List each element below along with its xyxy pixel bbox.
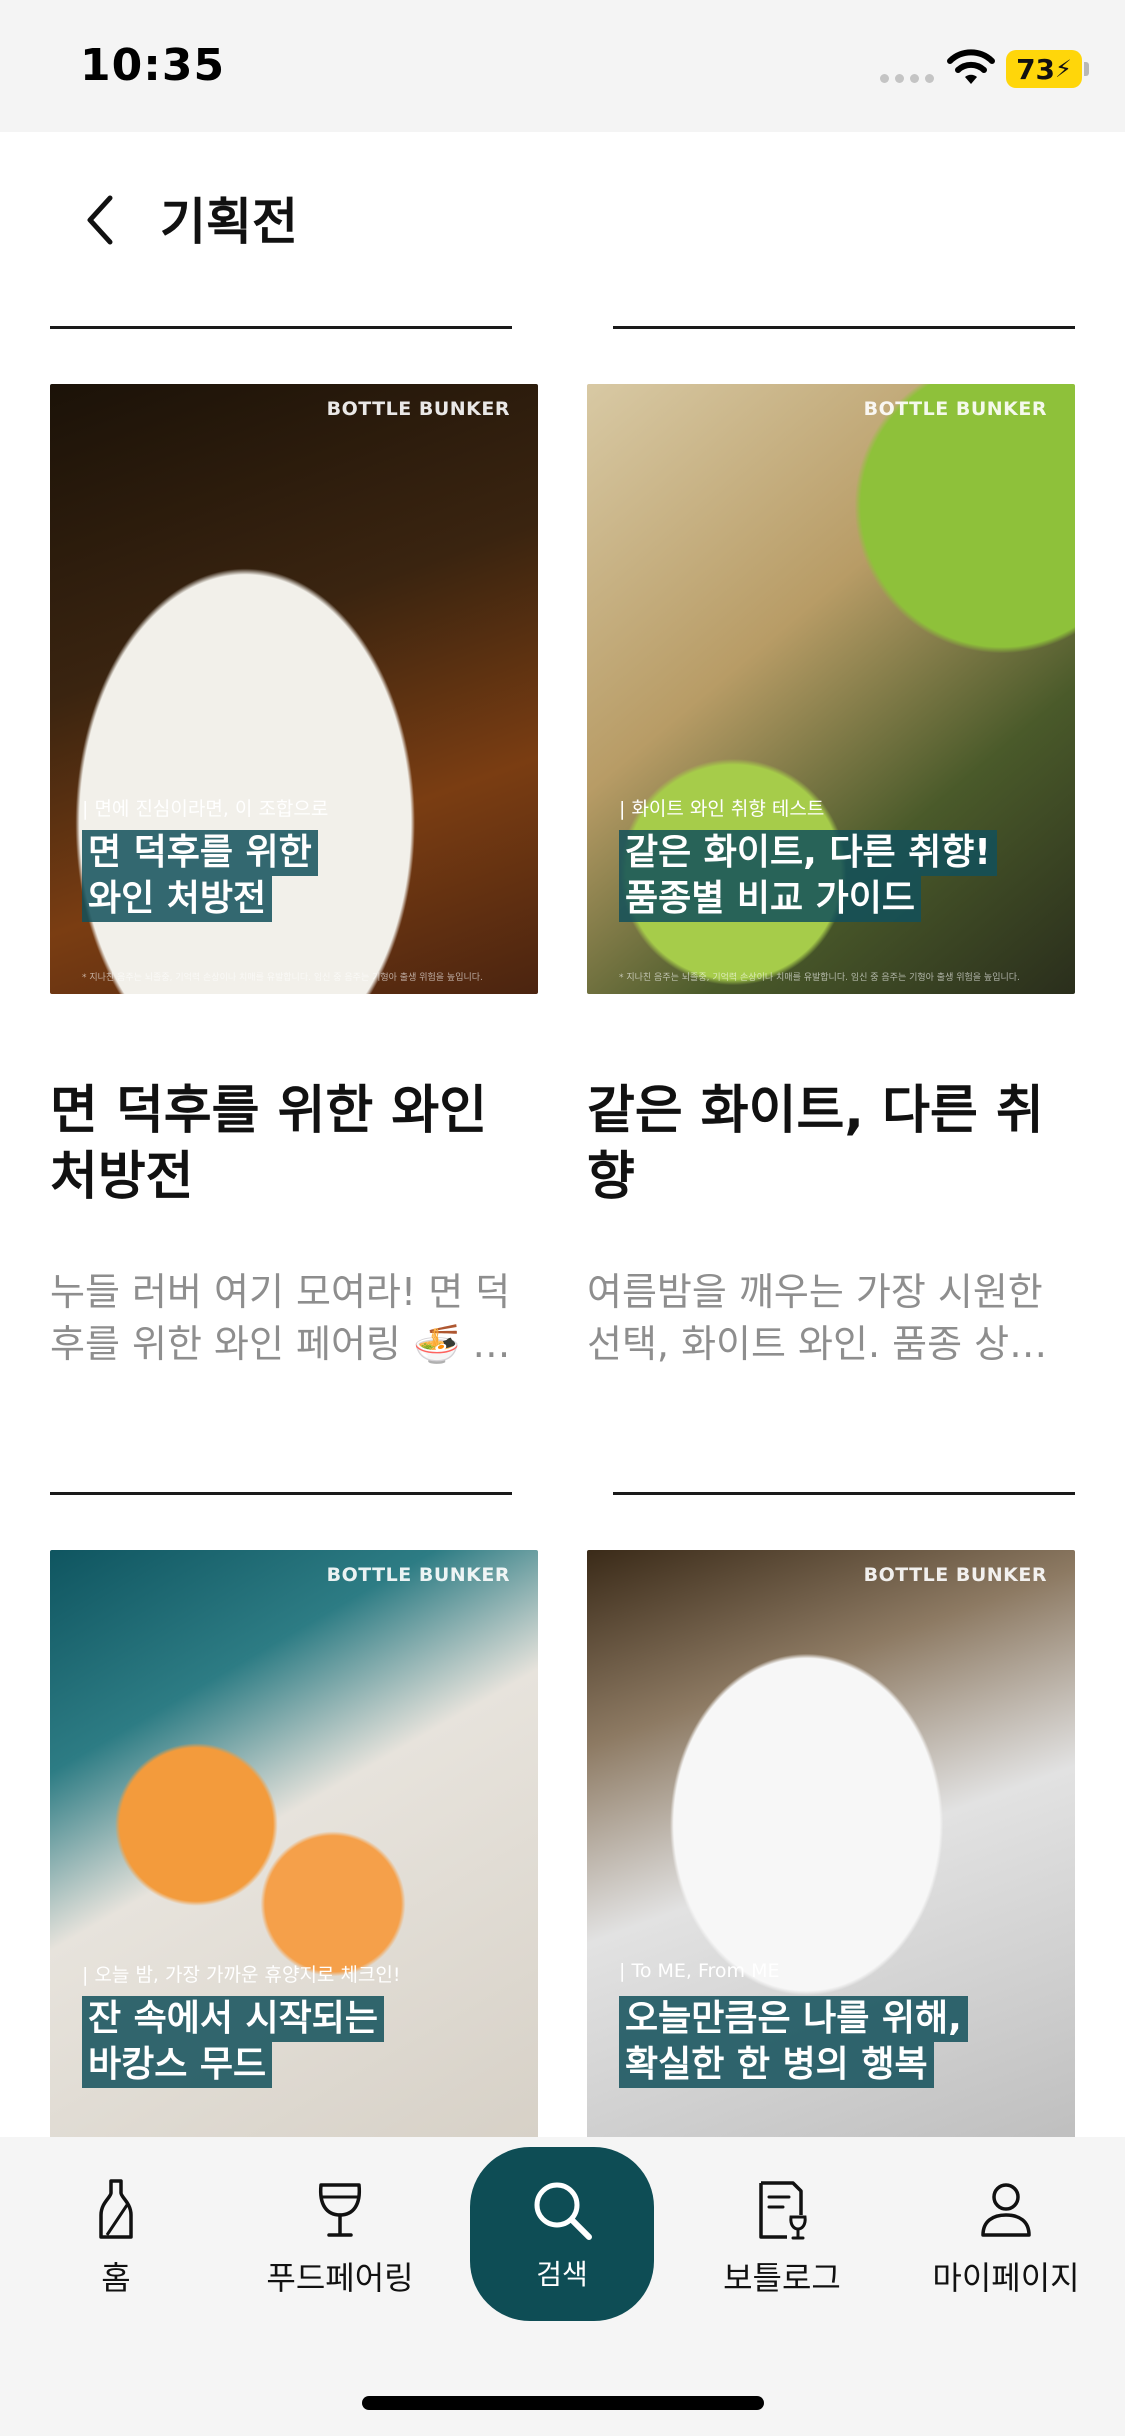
- tab-food-pairing[interactable]: 푸드페어링: [240, 2177, 440, 2299]
- tab-bottle-log-label: 보틀로그: [723, 2259, 841, 2297]
- card-divider: [613, 326, 1075, 329]
- headline-line-1: 잔 속에서 시작되는: [82, 1996, 385, 2042]
- card-description: 여름밤을 깨우는 가장 시원한 선택, 화이트 와인. 품종 상관없이 즐겨 보…: [587, 1270, 1045, 1366]
- card-divider: [50, 326, 512, 329]
- card-divider: [50, 1492, 512, 1495]
- headline-line-2: 품종별 비교 가이드: [619, 876, 922, 922]
- battery-level: 73: [1016, 52, 1056, 86]
- tab-bar: 홈 푸드페어링 검색 보틀로그 마이페이지: [0, 2137, 1125, 2436]
- tab-home[interactable]: 홈: [16, 2177, 216, 2299]
- thumbnail-kicker: | To ME, From ME: [619, 1960, 780, 1982]
- thumbnail-kicker: | 화이트 와인 취향 테스트: [619, 798, 825, 820]
- document-glass-icon: [759, 2181, 807, 2240]
- cellular-signal-icon: [880, 74, 934, 83]
- search-icon: [534, 2182, 592, 2240]
- wine-glass-icon: [318, 2183, 362, 2237]
- thumbnail-headline: 잔 속에서 시작되는 바캉스 무드: [82, 1996, 385, 2088]
- headline-line-1: 오늘만큼은 나를 위해,: [619, 1996, 968, 2042]
- tab-search[interactable]: 검색: [470, 2147, 654, 2321]
- exhibition-card[interactable]: BOTTLE BUNKER | To ME, From ME 오늘만큼은 나를 …: [587, 1492, 1087, 2137]
- battery-cap: [1084, 62, 1089, 76]
- card-thumbnail[interactable]: BOTTLE BUNKER | 면에 진심이라면, 이 조합으로 면 덕후를 위…: [50, 384, 538, 994]
- tab-search-label: 검색: [536, 2258, 588, 2291]
- exhibition-list: BOTTLE BUNKER | 면에 진심이라면, 이 조합으로 면 덕후를 위…: [0, 292, 1125, 2137]
- wifi-icon: [947, 49, 995, 84]
- page-title: 기획전: [160, 193, 298, 251]
- headline-line-2: 바캉스 무드: [82, 2042, 273, 2088]
- headline-line-1: 면 덕후를 위한: [82, 830, 318, 876]
- tab-my-page[interactable]: 마이페이지: [906, 2177, 1106, 2299]
- thumbnail-headline: 면 덕후를 위한 와인 처방전: [82, 830, 318, 922]
- brand-watermark: BOTTLE BUNKER: [863, 1564, 1047, 1586]
- headline-line-2: 와인 처방전: [82, 876, 273, 922]
- header: 기획전: [0, 132, 1125, 292]
- battery-icon: 73 ⚡: [1006, 50, 1082, 88]
- exhibition-card[interactable]: BOTTLE BUNKER | 면에 진심이라면, 이 조합으로 면 덕후를 위…: [50, 326, 550, 1366]
- exhibition-card[interactable]: BOTTLE BUNKER | 오늘 밤, 가장 가까운 휴양지로 체크인! 잔…: [50, 1492, 550, 2137]
- headline-line-2: 확실한 한 병의 행복: [619, 2042, 934, 2088]
- thumbnail-headline: 오늘만큼은 나를 위해, 확실한 한 병의 행복: [619, 1996, 968, 2088]
- card-title[interactable]: 같은 화이트, 다른 취향: [587, 1078, 1087, 1210]
- thumbnail-headline: 같은 화이트, 다른 취향! 품종별 비교 가이드: [619, 830, 997, 922]
- wine-bottle-icon: [99, 2179, 133, 2239]
- card-divider: [613, 1492, 1075, 1495]
- brand-watermark: BOTTLE BUNKER: [863, 398, 1047, 420]
- tab-my-page-label: 마이페이지: [932, 2259, 1080, 2297]
- card-description: 누들 러버 여기 모여라! 면 덕후를 위한 와인 페어링 🍜 면 요리에 딱 …: [50, 1270, 511, 1366]
- brand-watermark: BOTTLE BUNKER: [326, 398, 510, 420]
- card-thumbnail[interactable]: BOTTLE BUNKER | 오늘 밤, 가장 가까운 휴양지로 체크인! 잔…: [50, 1550, 538, 2137]
- person-icon: [981, 2183, 1031, 2237]
- warning-fine-print: * 지나친 음주는 뇌졸중, 기억력 손상이나 치매를 유발합니다. 임신 중 …: [619, 973, 1020, 983]
- tab-home-label: 홈: [101, 2259, 131, 2297]
- thumbnail-kicker: | 면에 진심이라면, 이 조합으로: [82, 798, 329, 820]
- home-indicator: [362, 2396, 764, 2410]
- thumbnail-kicker: | 오늘 밤, 가장 가까운 휴양지로 체크인!: [82, 1964, 401, 1986]
- card-title[interactable]: 면 덕후를 위한 와인 처방전: [50, 1078, 550, 1210]
- tab-food-pairing-label: 푸드페어링: [266, 2259, 414, 2297]
- tab-bottle-log[interactable]: 보틀로그: [682, 2177, 882, 2299]
- exhibition-card[interactable]: BOTTLE BUNKER | 화이트 와인 취향 테스트 같은 화이트, 다른…: [587, 326, 1087, 1366]
- brand-watermark: BOTTLE BUNKER: [326, 1564, 510, 1586]
- card-thumbnail[interactable]: BOTTLE BUNKER | To ME, From ME 오늘만큼은 나를 …: [587, 1550, 1075, 2137]
- status-time: 10:35: [80, 40, 226, 91]
- card-thumbnail[interactable]: BOTTLE BUNKER | 화이트 와인 취향 테스트 같은 화이트, 다른…: [587, 384, 1075, 994]
- headline-line-1: 같은 화이트, 다른 취향!: [619, 830, 997, 876]
- status-bar: 10:35 73 ⚡: [0, 0, 1125, 132]
- warning-fine-print: * 지나친 음주는 뇌졸중, 기억력 손상이나 치매를 유발합니다. 임신 중 …: [82, 973, 483, 983]
- chevron-left-icon[interactable]: [78, 190, 122, 250]
